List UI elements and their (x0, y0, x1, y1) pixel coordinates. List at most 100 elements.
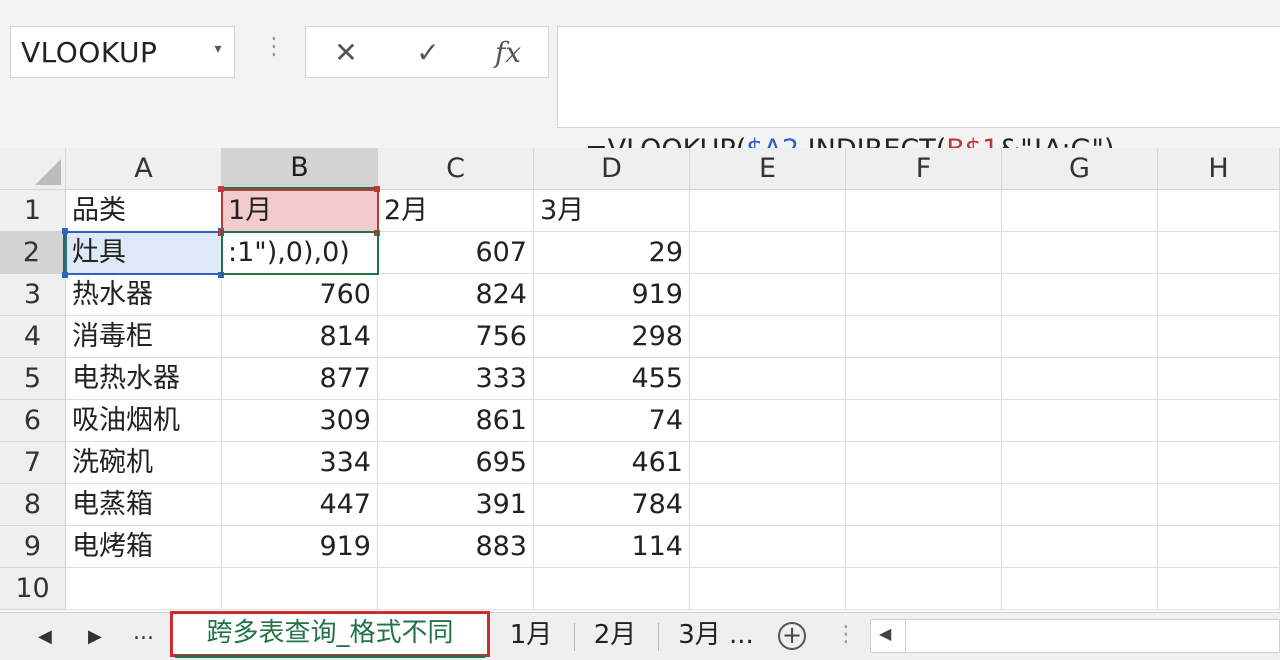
cell-h2[interactable] (1158, 232, 1280, 274)
sheet-tab-1[interactable]: 1月 (496, 613, 566, 659)
cell-f5[interactable] (846, 358, 1002, 400)
vertical-dots-icon[interactable]: ⋮ (262, 34, 286, 58)
cell-g3[interactable] (1002, 274, 1158, 316)
cell-a9[interactable]: 电烤箱 (66, 526, 222, 568)
cell-g4[interactable] (1002, 316, 1158, 358)
cell-h7[interactable] (1158, 442, 1280, 484)
tab-prev-icon[interactable]: ◀ (38, 623, 52, 651)
row-header-1[interactable]: 1 (0, 190, 66, 232)
cell-b9[interactable]: 919 (222, 526, 378, 568)
cell-b8[interactable]: 447 (222, 484, 378, 526)
cell-f8[interactable] (846, 484, 1002, 526)
cell-a1[interactable]: 品类 (66, 190, 222, 232)
scroll-left-icon[interactable]: ◀ (879, 624, 891, 643)
cell-f2[interactable] (846, 232, 1002, 274)
cell-e6[interactable] (690, 400, 846, 442)
cell-g5[interactable] (1002, 358, 1158, 400)
cell-d3[interactable]: 919 (534, 274, 690, 316)
cell-a4[interactable]: 消毒柜 (66, 316, 222, 358)
formula-input[interactable]: =VLOOKUP($A2,INDIRECT(B$1&"!A:G"), MATCH… (557, 26, 1280, 303)
cell-b4[interactable]: 814 (222, 316, 378, 358)
row-header-3[interactable]: 3 (0, 274, 66, 316)
cell-b7[interactable]: 334 (222, 442, 378, 484)
column-header-a[interactable]: A (66, 148, 222, 190)
cell-g6[interactable] (1002, 400, 1158, 442)
cell-d10[interactable] (534, 568, 690, 610)
cell-c3[interactable]: 824 (378, 274, 534, 316)
cell-d1[interactable]: 3月 (534, 190, 690, 232)
vertical-dots-icon[interactable]: ⋮ (835, 621, 857, 649)
cell-e9[interactable] (690, 526, 846, 568)
cell-f4[interactable] (846, 316, 1002, 358)
cell-c5[interactable]: 333 (378, 358, 534, 400)
cell-a2[interactable]: 灶具 (66, 232, 222, 274)
cell-h5[interactable] (1158, 358, 1280, 400)
cell-d7[interactable]: 461 (534, 442, 690, 484)
cell-e4[interactable] (690, 316, 846, 358)
fill-handle[interactable] (374, 186, 380, 192)
cell-d6[interactable]: 74 (534, 400, 690, 442)
column-header-d[interactable]: D (534, 148, 690, 190)
cell-g8[interactable] (1002, 484, 1158, 526)
cell-c8[interactable]: 391 (378, 484, 534, 526)
cell-e3[interactable] (690, 274, 846, 316)
cell-g1[interactable] (1002, 190, 1158, 232)
cell-e8[interactable] (690, 484, 846, 526)
tab-next-icon[interactable]: ▶ (88, 623, 102, 651)
cell-d8[interactable]: 784 (534, 484, 690, 526)
fill-handle[interactable] (218, 272, 224, 278)
row-header-9[interactable]: 9 (0, 526, 66, 568)
row-header-2[interactable]: 2 (0, 232, 66, 274)
cell-c1[interactable]: 2月 (378, 190, 534, 232)
cell-h1[interactable] (1158, 190, 1280, 232)
add-sheet-icon[interactable]: + (778, 622, 806, 650)
cell-a3[interactable]: 热水器 (66, 274, 222, 316)
cell-c10[interactable] (378, 568, 534, 610)
tab-more-button[interactable]: ... (133, 619, 154, 647)
fill-handle[interactable] (374, 230, 380, 236)
column-header-h[interactable]: H (1158, 148, 1280, 190)
fill-handle[interactable] (62, 228, 68, 234)
cell-h10[interactable] (1158, 568, 1280, 610)
cell-b1[interactable]: 1月 (222, 190, 378, 232)
fill-handle[interactable] (62, 272, 68, 278)
cell-f9[interactable] (846, 526, 1002, 568)
column-header-g[interactable]: G (1002, 148, 1158, 190)
column-header-c[interactable]: C (378, 148, 534, 190)
row-header-7[interactable]: 7 (0, 442, 66, 484)
sheet-tab-2[interactable]: 2月 (580, 613, 650, 659)
row-header-8[interactable]: 8 (0, 484, 66, 526)
cell-d4[interactable]: 298 (534, 316, 690, 358)
row-header-5[interactable]: 5 (0, 358, 66, 400)
row-header-10[interactable]: 10 (0, 568, 66, 610)
cell-d9[interactable]: 114 (534, 526, 690, 568)
confirm-check-icon[interactable]: ✓ (398, 27, 458, 77)
cell-f3[interactable] (846, 274, 1002, 316)
column-header-e[interactable]: E (690, 148, 846, 190)
cell-a8[interactable]: 电蒸箱 (66, 484, 222, 526)
cell-f7[interactable] (846, 442, 1002, 484)
cell-h3[interactable] (1158, 274, 1280, 316)
cell-c9[interactable]: 883 (378, 526, 534, 568)
cell-g7[interactable] (1002, 442, 1158, 484)
cell-h9[interactable] (1158, 526, 1280, 568)
cell-d5[interactable]: 455 (534, 358, 690, 400)
cell-g9[interactable] (1002, 526, 1158, 568)
cell-b10[interactable] (222, 568, 378, 610)
cell-c4[interactable]: 756 (378, 316, 534, 358)
cell-e5[interactable] (690, 358, 846, 400)
chevron-down-icon[interactable]: ▾ (214, 41, 222, 57)
cell-c2[interactable]: 607 (378, 232, 534, 274)
cell-c7[interactable]: 695 (378, 442, 534, 484)
cell-e1[interactable] (690, 190, 846, 232)
cell-d2[interactable]: 29 (534, 232, 690, 274)
sheet-tab-active[interactable]: 跨多表查询_格式不同 (170, 611, 490, 657)
cell-b6[interactable]: 309 (222, 400, 378, 442)
cell-h4[interactable] (1158, 316, 1280, 358)
cell-a10[interactable] (66, 568, 222, 610)
fill-handle[interactable] (218, 230, 224, 236)
cell-b5[interactable]: 877 (222, 358, 378, 400)
column-header-f[interactable]: F (846, 148, 1002, 190)
row-header-4[interactable]: 4 (0, 316, 66, 358)
cell-f1[interactable] (846, 190, 1002, 232)
